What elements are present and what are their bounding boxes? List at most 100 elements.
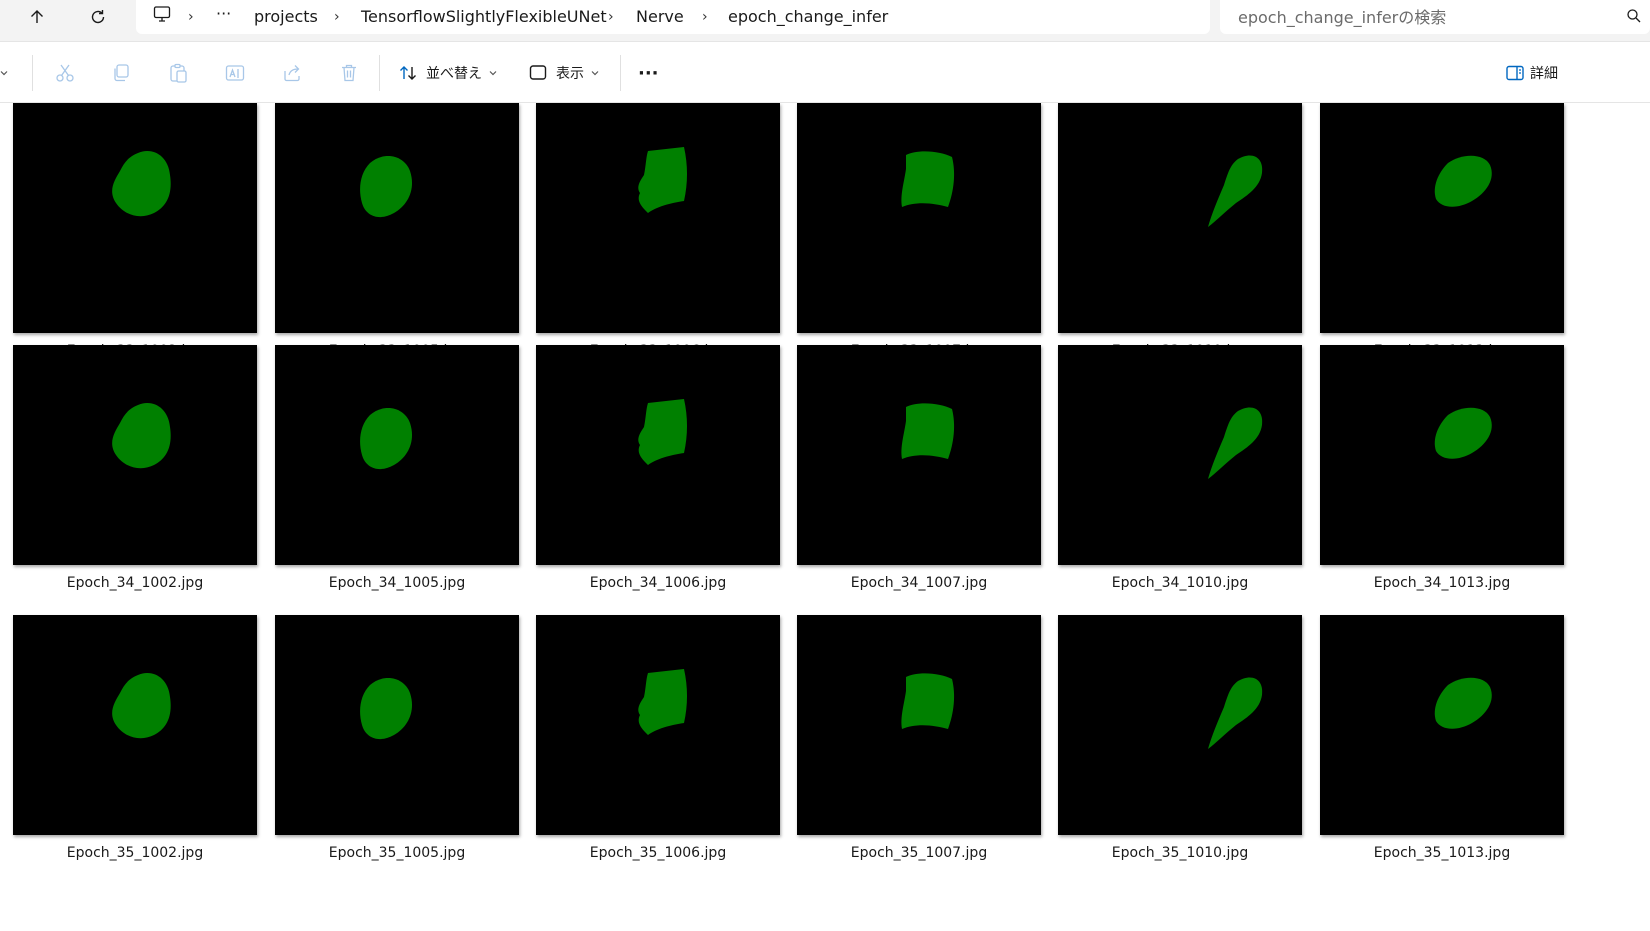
file-item[interactable]: Epoch_33_1010.jpg — [1058, 103, 1302, 363]
cut-icon — [56, 64, 74, 82]
file-thumbnail[interactable] — [536, 615, 780, 835]
file-thumbnail[interactable] — [275, 615, 519, 835]
new-menu-chevron-button[interactable] — [0, 60, 14, 86]
file-name: Epoch_34_1006.jpg — [589, 575, 727, 591]
file-item[interactable]: Epoch_35_1013.jpg — [1320, 615, 1564, 865]
sort-label: 並べ替え — [426, 66, 482, 82]
refresh-button[interactable] — [84, 3, 112, 31]
file-item[interactable]: Epoch_35_1007.jpg — [797, 615, 1041, 865]
file-item[interactable]: Epoch_35_1010.jpg — [1058, 615, 1302, 865]
file-item[interactable]: Epoch_33_1006.jpg — [536, 103, 780, 363]
file-thumbnail[interactable] — [1320, 345, 1564, 565]
rename-icon — [225, 65, 245, 81]
command-bar: 並べ替え 表示 ··· 詳細 — [0, 43, 1650, 103]
file-thumbnail[interactable] — [275, 103, 519, 333]
file-item[interactable]: Epoch_34_1010.jpg — [1058, 345, 1302, 595]
file-thumbnail[interactable] — [797, 103, 1041, 333]
file-thumbnail[interactable] — [13, 345, 257, 565]
file-item[interactable]: Epoch_34_1006.jpg — [536, 345, 780, 595]
segmentation-mask-image — [536, 103, 780, 333]
file-item[interactable]: Epoch_35_1006.jpg — [536, 615, 780, 865]
view-label: 表示 — [556, 66, 584, 82]
file-thumbnail[interactable] — [275, 345, 519, 565]
rename-button[interactable] — [222, 60, 248, 86]
file-item[interactable]: Epoch_34_1013.jpg — [1320, 345, 1564, 595]
file-thumbnail[interactable] — [13, 103, 257, 333]
file-name: Epoch_35_1002.jpg — [66, 845, 204, 861]
file-name: Epoch_35_1006.jpg — [589, 845, 727, 861]
file-thumbnail[interactable] — [1320, 103, 1564, 333]
file-item[interactable]: Epoch_34_1005.jpg — [275, 345, 519, 595]
search-input[interactable] — [1238, 5, 1608, 29]
breadcrumb-chevron-icon[interactable]: › — [702, 6, 708, 28]
file-item[interactable]: Epoch_33_1007.jpg — [797, 103, 1041, 363]
cut-button[interactable] — [52, 60, 78, 86]
file-item[interactable]: Epoch_33_1002.jpg — [13, 103, 257, 363]
copy-button[interactable] — [108, 60, 134, 86]
more-options-button[interactable]: ··· — [638, 58, 659, 88]
breadcrumb-item-nerve[interactable]: Nerve — [636, 6, 684, 28]
paste-button[interactable] — [165, 60, 191, 86]
copy-icon — [114, 64, 129, 82]
segmentation-mask-image — [275, 615, 519, 835]
more-icon: ··· — [638, 62, 659, 84]
segmentation-mask-image — [1058, 615, 1302, 835]
up-button[interactable] — [23, 3, 51, 31]
segmentation-mask-image — [1320, 103, 1564, 333]
breadcrumb-item-tensorflowslightlyflexibleunet[interactable]: TensorflowSlightlyFlexibleUNet — [361, 6, 607, 28]
breadcrumb-chevron-icon[interactable]: › — [334, 6, 340, 28]
file-item[interactable]: Epoch_33_1013.jpg — [1320, 103, 1564, 363]
search-box[interactable] — [1220, 0, 1650, 34]
file-name: Epoch_34_1013.jpg — [1373, 575, 1511, 591]
view-button[interactable]: 表示 — [528, 58, 600, 88]
file-name: Epoch_35_1013.jpg — [1373, 845, 1511, 861]
file-item[interactable]: Epoch_33_1005.jpg — [275, 103, 519, 363]
segmentation-mask-image — [536, 615, 780, 835]
segmentation-mask-image — [13, 345, 257, 565]
sort-button[interactable]: 並べ替え — [398, 58, 498, 88]
delete-button[interactable] — [336, 60, 362, 86]
sort-icon — [400, 66, 416, 80]
breadcrumb[interactable]: › ··· projects › TensorflowSlightlyFlexi… — [136, 0, 1210, 34]
paste-icon — [170, 63, 187, 83]
details-label: 詳細 — [1530, 66, 1558, 82]
segmentation-mask-image — [797, 615, 1041, 835]
file-thumbnail[interactable] — [797, 615, 1041, 835]
file-thumbnail[interactable] — [797, 345, 1041, 565]
segmentation-mask-image — [1058, 103, 1302, 333]
share-button[interactable] — [279, 60, 305, 86]
search-icon[interactable] — [1626, 8, 1642, 28]
breadcrumb-chevron-icon[interactable]: › — [188, 6, 194, 28]
file-thumbnail[interactable] — [1058, 103, 1302, 333]
breadcrumb-item-epoch-change-infer[interactable]: epoch_change_infer — [728, 6, 888, 28]
file-thumbnail[interactable] — [1058, 345, 1302, 565]
details-pane-button[interactable]: 詳細 — [1505, 58, 1558, 88]
segmentation-mask-image — [797, 103, 1041, 333]
segmentation-mask-image — [13, 103, 257, 333]
file-name: Epoch_34_1005.jpg — [328, 575, 466, 591]
file-item[interactable]: Epoch_35_1005.jpg — [275, 615, 519, 865]
segmentation-mask-image — [13, 615, 257, 835]
arrow-up-icon — [31, 10, 43, 23]
segmentation-mask-image — [1320, 615, 1564, 835]
file-name: Epoch_35_1005.jpg — [328, 845, 466, 861]
breadcrumb-overflow-button[interactable]: ··· — [216, 3, 231, 25]
segmentation-mask-image — [536, 345, 780, 565]
file-item[interactable]: Epoch_34_1007.jpg — [797, 345, 1041, 595]
breadcrumb-item-projects[interactable]: projects — [254, 6, 318, 28]
toolbar-divider — [32, 55, 33, 91]
breadcrumb-chevron-icon[interactable]: › — [608, 6, 614, 28]
share-icon — [284, 65, 300, 82]
file-name: Epoch_35_1007.jpg — [850, 845, 988, 861]
file-item[interactable]: Epoch_35_1002.jpg — [13, 615, 257, 865]
segmentation-mask-image — [797, 345, 1041, 565]
file-thumbnail[interactable] — [13, 615, 257, 835]
file-thumbnail[interactable] — [536, 103, 780, 333]
monitor-icon[interactable] — [152, 4, 172, 26]
file-thumbnail[interactable] — [1320, 615, 1564, 835]
file-thumbnail[interactable] — [536, 345, 780, 565]
file-item[interactable]: Epoch_34_1002.jpg — [13, 345, 257, 595]
file-thumbnail[interactable] — [1058, 615, 1302, 835]
file-name: Epoch_34_1010.jpg — [1111, 575, 1249, 591]
chevron-down-icon — [0, 71, 8, 76]
